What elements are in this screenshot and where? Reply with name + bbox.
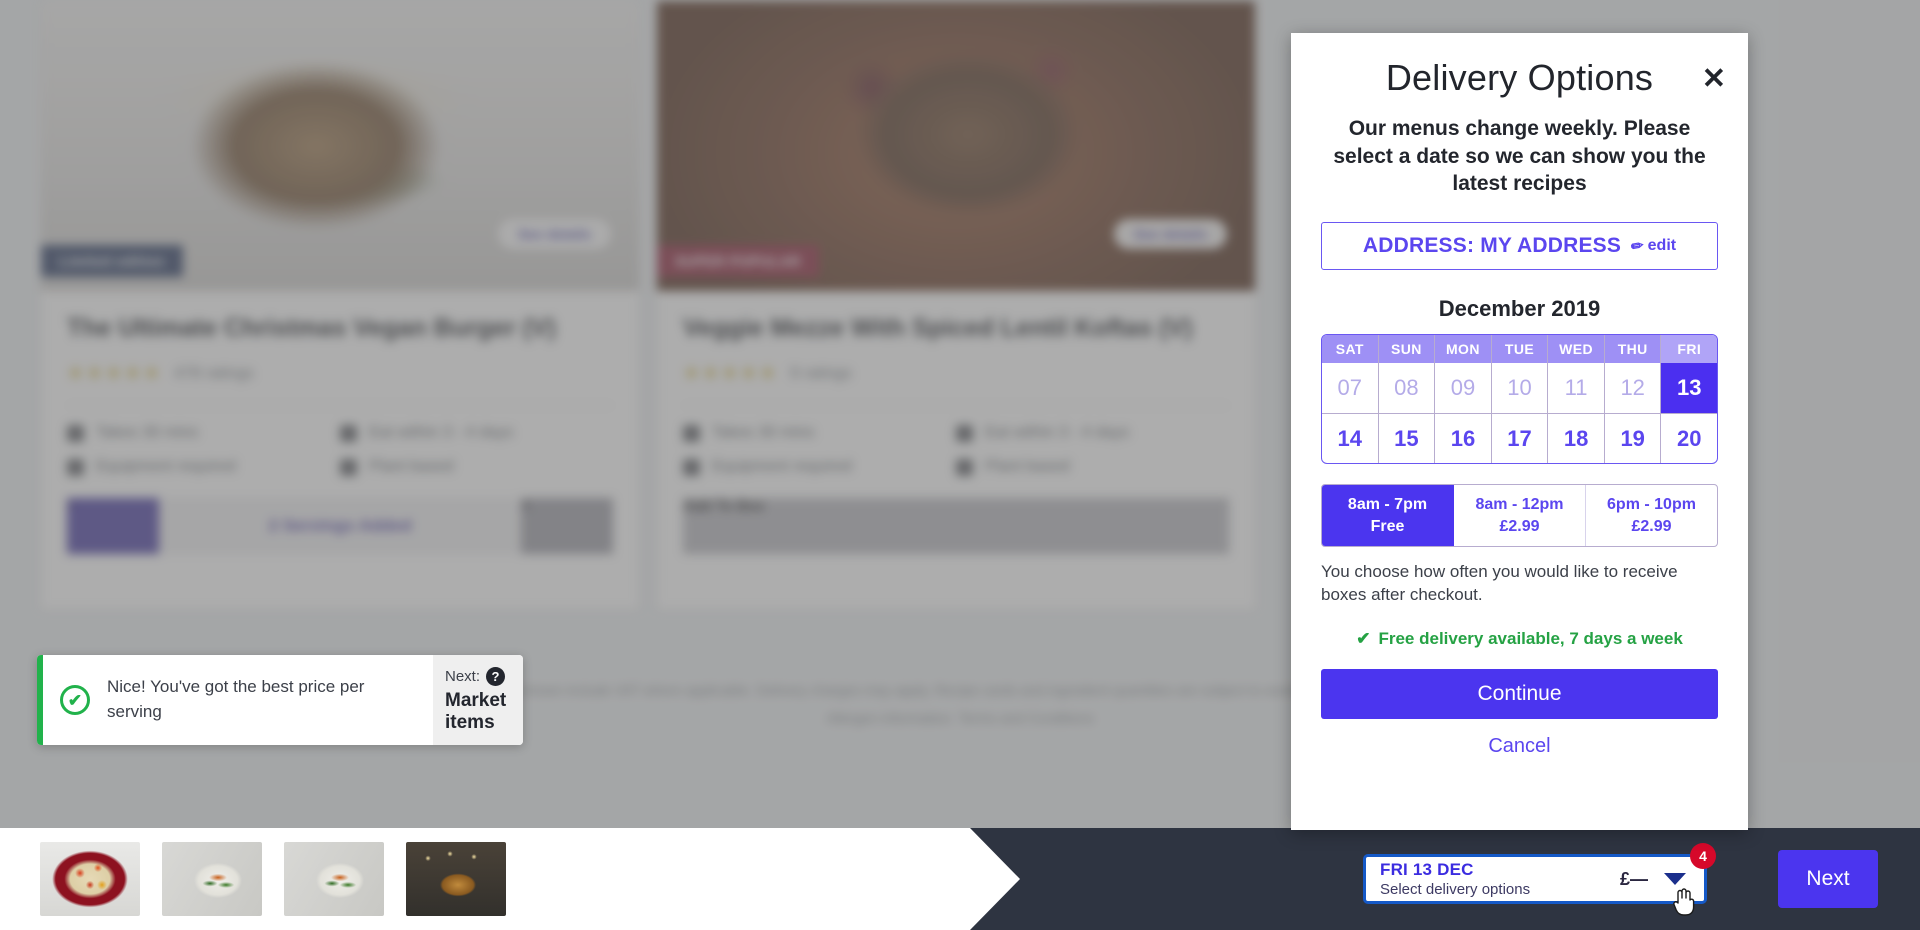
time-slot-price: £2.99 [1499, 517, 1540, 535]
free-delivery-row: ✔ Free delivery available, 7 days a week [1321, 629, 1718, 649]
modal-header: Delivery Options ✕ [1321, 47, 1726, 99]
time-slot-time: 6pm - 10pm [1607, 496, 1696, 514]
calendar-day[interactable]: 19 [1604, 413, 1662, 464]
bottom-bar: FRI 13 DEC Select delivery options £— 4 … [0, 828, 1920, 930]
close-icon[interactable]: ✕ [1702, 65, 1726, 94]
frequency-note: You choose how often you would like to r… [1321, 562, 1678, 605]
toast-next-label: Market items [445, 690, 507, 733]
time-slot-option[interactable]: 8am - 12pm £2.99 [1454, 485, 1586, 547]
toast-message: Nice! You've got the best price per serv… [107, 677, 365, 721]
delivery-price: £— [1619, 868, 1648, 889]
toast-next-step[interactable]: Next: ? Market items [433, 655, 523, 745]
edit-address-button[interactable]: ✏ edit [1629, 237, 1677, 257]
cursor-pointer-icon [1673, 888, 1695, 916]
basket-thumbnail-strip [0, 828, 1020, 930]
checkmark-icon: ✔ [1356, 629, 1371, 649]
toast-icon-wrap: ✔ [43, 655, 107, 745]
calendar-day[interactable]: 08 [1379, 363, 1436, 414]
weekday-mon: MON [1435, 335, 1492, 364]
toast-notification: ✔ Nice! You've got the best price per se… [37, 655, 523, 745]
delivery-subtitle: Select delivery options [1380, 881, 1531, 898]
calendar: SAT SUN MON TUE WED THU FRI 07 08 09 10 … [1321, 334, 1718, 465]
time-slot-time: 8am - 7pm [1347, 496, 1428, 514]
basket-thumbnail[interactable] [162, 842, 262, 916]
free-delivery-label: Free delivery available, 7 days a week [1378, 629, 1683, 649]
calendar-week-row: 14 15 16 17 18 19 20 [1322, 413, 1717, 464]
help-icon[interactable]: ? [486, 667, 506, 686]
delivery-options-selector[interactable]: FRI 13 DEC Select delivery options £— 4 [1363, 843, 1716, 916]
modal-inner: Delivery Options ✕ Our menus change week… [1291, 33, 1748, 758]
address-label: ADDRESS: MY ADDRESS [1362, 234, 1622, 258]
next-button[interactable]: Next [1778, 850, 1878, 908]
weekday-sun: SUN [1378, 335, 1436, 364]
check-circle-icon: ✔ [60, 685, 90, 715]
calendar-day-selected[interactable]: 13 [1661, 363, 1717, 414]
modal-subtitle: Our menus change weekly. Please select a… [1333, 117, 1706, 196]
continue-button[interactable]: Continue [1321, 669, 1718, 720]
calendar-month-label: December 2019 [1438, 296, 1601, 322]
calendar-weekday-header: SAT SUN MON TUE WED THU FRI [1322, 335, 1717, 364]
calendar-day[interactable]: 16 [1435, 413, 1492, 464]
app-root: See details Limited edition The Ultimate… [0, 0, 1920, 930]
weekday-thu: THU [1604, 335, 1662, 364]
cancel-button[interactable]: Cancel [1321, 735, 1718, 758]
time-slot-option[interactable]: 6pm - 10pm £2.99 [1586, 485, 1717, 546]
time-slot-option[interactable]: 8am - 7pm Free [1322, 485, 1454, 547]
address-row[interactable]: ADDRESS: MY ADDRESS ✏ edit [1321, 222, 1718, 271]
calendar-day[interactable]: 17 [1491, 413, 1549, 464]
time-slot-price: Free [1370, 517, 1405, 535]
modal-title: Delivery Options [1385, 57, 1654, 98]
calendar-day[interactable]: 14 [1322, 413, 1379, 464]
delivery-options-modal: Delivery Options ✕ Our menus change week… [1291, 33, 1748, 830]
weekday-fri: FRI [1661, 335, 1717, 364]
calendar-day[interactable]: 20 [1661, 413, 1717, 463]
pencil-icon: ✏ [1629, 237, 1646, 257]
weekday-tue: TUE [1491, 335, 1549, 364]
calendar-day[interactable]: 07 [1322, 363, 1379, 414]
time-slot-price: £2.99 [1631, 517, 1672, 535]
basket-thumbnail[interactable] [40, 842, 140, 916]
basket-thumbnail[interactable] [284, 842, 384, 916]
calendar-day[interactable]: 10 [1492, 363, 1549, 414]
basket-thumbnail[interactable] [406, 842, 506, 916]
chevron-down-icon[interactable] [1664, 873, 1686, 885]
calendar-day[interactable]: 12 [1605, 363, 1662, 414]
weekday-wed: WED [1548, 335, 1605, 364]
edit-label: edit [1647, 237, 1677, 255]
calendar-day[interactable]: 15 [1378, 413, 1436, 464]
calendar-day[interactable]: 09 [1435, 363, 1492, 414]
toast-next-prefix: Next: [445, 668, 481, 685]
time-slot-group: 8am - 7pm Free 8am - 12pm £2.99 6pm - 10… [1321, 484, 1718, 548]
calendar-day[interactable]: 11 [1548, 363, 1605, 414]
weekday-sat: SAT [1322, 335, 1379, 364]
delivery-selector-text: FRI 13 DEC Select delivery options [1380, 860, 1620, 898]
calendar-day[interactable]: 18 [1548, 413, 1605, 464]
toast-next-top: Next: ? [445, 667, 513, 686]
time-slot-time: 8am - 12pm [1475, 496, 1564, 514]
delivery-date-label: FRI 13 DEC [1380, 860, 1474, 879]
basket-count-badge: 4 [1690, 843, 1716, 869]
calendar-week-row: 07 08 09 10 11 12 13 [1322, 363, 1717, 414]
